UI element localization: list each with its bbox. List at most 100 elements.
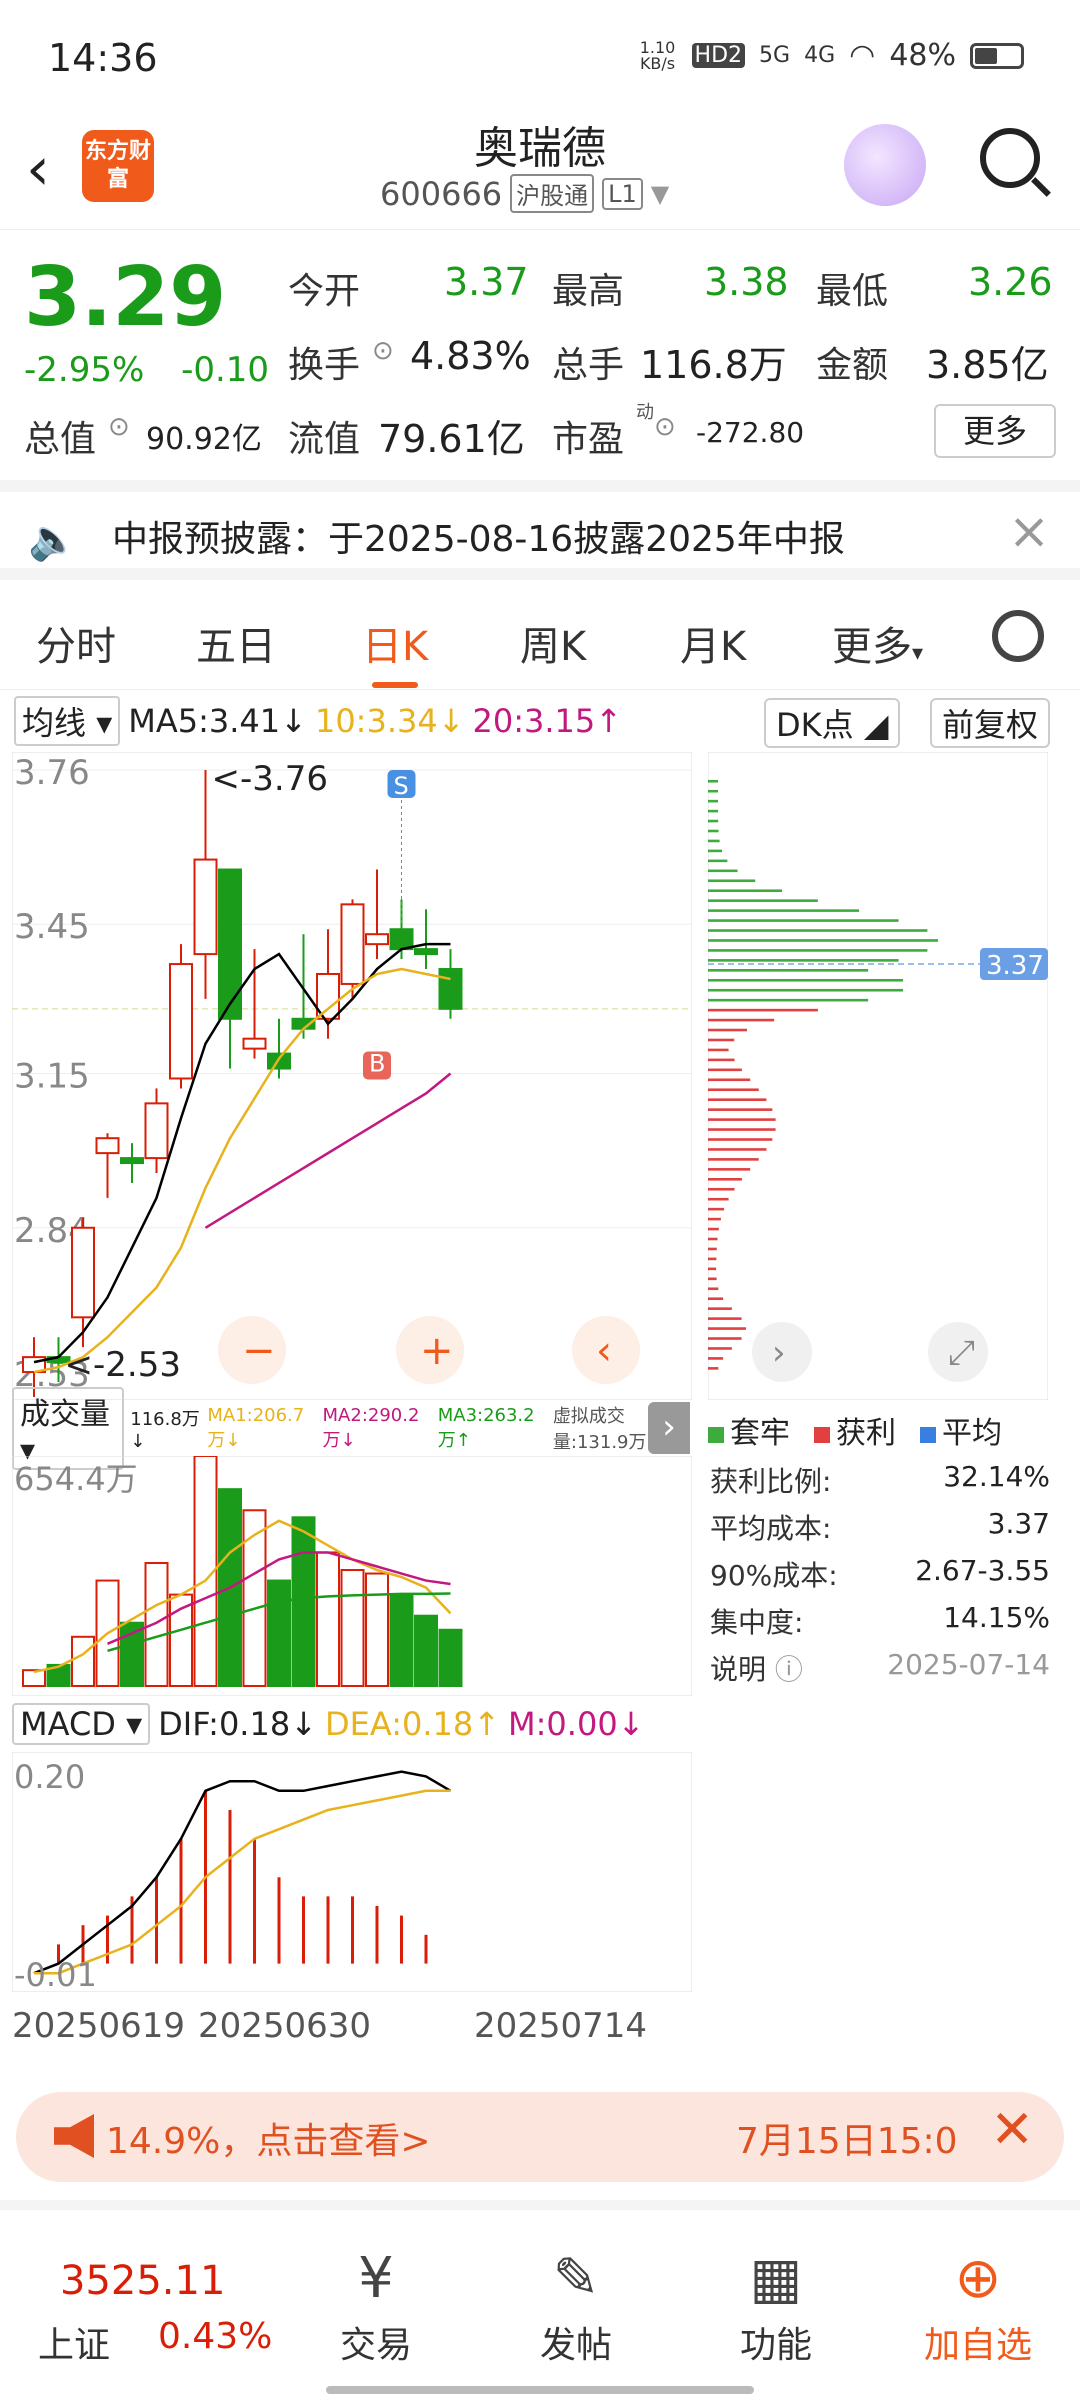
candle-body [438, 968, 463, 1010]
volume-bar [365, 1572, 389, 1687]
chip-bar [708, 809, 719, 813]
index-value[interactable]: 3525.11 [60, 2258, 225, 2304]
indicator-select[interactable]: 均线 ▾ [14, 696, 121, 746]
search-icon[interactable] [980, 128, 1040, 188]
chip-bar [708, 829, 719, 833]
dropdown-triangle-icon[interactable]: ▼ [651, 180, 669, 208]
volume-bar [291, 1516, 316, 1688]
battery-icon [970, 42, 1024, 69]
nav-add-label: 加自选 [923, 2325, 1032, 2366]
nav-add-watchlist[interactable]: ⊕ 加自选 [908, 2246, 1048, 2368]
notice-text[interactable]: 中报预披露：于2025-08-16披露2025年中报 [112, 510, 845, 562]
chip-bar [708, 969, 869, 972]
chip-bar [708, 1347, 732, 1350]
date-axis: 20250619 20250630 20250714 [12, 2006, 692, 2052]
assistant-robot-icon[interactable] [844, 124, 926, 206]
candle-body [169, 963, 193, 1080]
nav-functions[interactable]: ▦ 功能 [706, 2246, 846, 2368]
macd-chart[interactable]: 0.20 -0.01 [12, 1752, 692, 1992]
home-indicator[interactable] [326, 2386, 754, 2394]
bottom-bar: 3525.11 上证 0.43% ¥ 交易 ✎ 发帖 ▦ 功能 ⊕ 加自选 [0, 2200, 1080, 2400]
chip-bar [708, 1257, 717, 1261]
chip-bar [708, 949, 928, 952]
megaphone-icon [54, 2114, 94, 2158]
volume-chart[interactable]: 654.4万 [12, 1456, 692, 1696]
chip-distribution-chart[interactable]: 3.37 › ⤢ [708, 752, 1048, 1400]
ma10-value: 10:3.34↓ [314, 702, 465, 740]
chip-bar [708, 869, 738, 873]
chip-bar [708, 1178, 742, 1181]
chip-bar [708, 1028, 747, 1032]
gear-icon[interactable] [992, 610, 1044, 662]
vol-ma3: MA3:263.2万↑ [437, 1404, 535, 1451]
index-name[interactable]: 上证 [38, 2316, 110, 2368]
change-pct: -2.95% [24, 350, 145, 390]
chip-bar [708, 1237, 718, 1241]
chip-note[interactable]: 说明 ⓘ [710, 1648, 803, 1695]
close-icon[interactable]: × [1008, 502, 1050, 560]
last-price: 3.29 [24, 250, 227, 345]
info-icon[interactable]: ⊙ [654, 412, 676, 442]
info-icon[interactable]: ⊙ [372, 336, 394, 366]
chip-bar [708, 1148, 767, 1151]
chip-bar [708, 978, 904, 982]
status-bar: 14:36 1.10 KB/s HD2 5G 4G ◠ 48% [0, 0, 1080, 110]
tab-five-day[interactable]: 五日 [196, 614, 276, 672]
info-icon[interactable]: ⊙ [108, 412, 130, 442]
volume-y-label: 654.4万 [14, 1460, 138, 1498]
notice-bar[interactable]: 🔈 中报预披露：于2025-08-16披露2025年中报 × [0, 480, 1080, 580]
expand-arrow-icon[interactable]: › [648, 1402, 690, 1454]
float-value: 79.61亿 [378, 417, 525, 461]
more-button[interactable]: 更多 [934, 404, 1056, 458]
chip-bar [708, 1197, 729, 1201]
banner-left-text[interactable]: 14.9%，点击查看> [106, 2112, 431, 2164]
index-change: 0.43% [158, 2316, 273, 2357]
chip-bar [708, 1367, 719, 1370]
tab-monthly-k[interactable]: 月K [680, 614, 746, 672]
kline-chart[interactable]: 3.763.453.152.842.53<-3.76<-2.53SB− + ‹ [12, 752, 692, 1400]
ma-legend: 均线 ▾ MA5:3.41↓ 10:3.34↓ 20:3.15↑ [14, 696, 622, 746]
turnover-value: 4.83% [410, 334, 531, 378]
adjust-button[interactable]: 前复权 [930, 698, 1051, 748]
date-label: 20250714 [474, 2006, 648, 2046]
volume-label: 总手 [552, 345, 625, 386]
macd-select[interactable]: MACD ▾ [12, 1703, 151, 1745]
tab-weekly-k[interactable]: 周K [520, 614, 586, 672]
tab-intraday[interactable]: 分时 [36, 614, 116, 672]
nav-trade-label: 交易 [339, 2325, 412, 2366]
chip-bar [708, 849, 723, 853]
chip-bar [708, 1267, 717, 1271]
signal-4g-icon: 4G [804, 43, 836, 68]
candle-body [267, 1052, 291, 1070]
pe-label: 市盈 [552, 419, 625, 460]
volume-bar [438, 1628, 463, 1687]
chip-expand-button-glyph: ⤢ [948, 1333, 975, 1373]
stock-code: 600666 [380, 174, 503, 213]
chip-bar [708, 1108, 773, 1111]
chip-stats: 获利比例: 32.14% 平均成本: 3.37 90%成本: 2.67-3.55 集中… [710, 1460, 1050, 1695]
chip-bar [708, 1048, 729, 1052]
tab-daily-k[interactable]: 日K [362, 614, 428, 688]
profit-ratio-value: 32.14% [943, 1460, 1050, 1493]
candle-body [389, 928, 414, 951]
chip-bar [708, 1187, 735, 1191]
edit-icon: ✎ [552, 2246, 600, 2311]
high-label: 最高 [552, 271, 625, 312]
nav-trade[interactable]: ¥ 交易 [306, 2246, 446, 2368]
quote-panel: 3.29 -2.95% -0.10 今开 3.37 最高 3.38 最低 3.2… [0, 232, 1080, 472]
macd-y-top: 0.20 [14, 1758, 85, 1796]
chip-stat-row: 集中度: 14.15% [710, 1601, 1050, 1648]
tab-more[interactable]: 更多▾ [832, 614, 923, 672]
chip-stat-row: 获利比例: 32.14% [710, 1460, 1050, 1507]
wifi-icon: ◠ [849, 38, 876, 73]
dk-point-button[interactable]: DK点 ◢ [764, 698, 901, 748]
promo-banner[interactable]: 14.9%，点击查看> 7月15日15:0 ✕ [16, 2092, 1064, 2182]
nav-post[interactable]: ✎ 发帖 [506, 2246, 646, 2368]
close-icon[interactable]: ✕ [990, 2100, 1034, 2160]
volume-legend: 成交量 ▾ 116.8万↓ MA1:206.7万↓ MA2:290.2万↓ MA… [12, 1386, 692, 1470]
legend-trapped: 套牢 [708, 1408, 790, 1452]
chip-note-label: 说明 [710, 1653, 767, 1686]
chip-bar [708, 1357, 724, 1360]
period-tabs: 分时 五日 日K 周K 月K 更多▾ [0, 590, 1080, 690]
chip-bar [708, 1217, 721, 1221]
